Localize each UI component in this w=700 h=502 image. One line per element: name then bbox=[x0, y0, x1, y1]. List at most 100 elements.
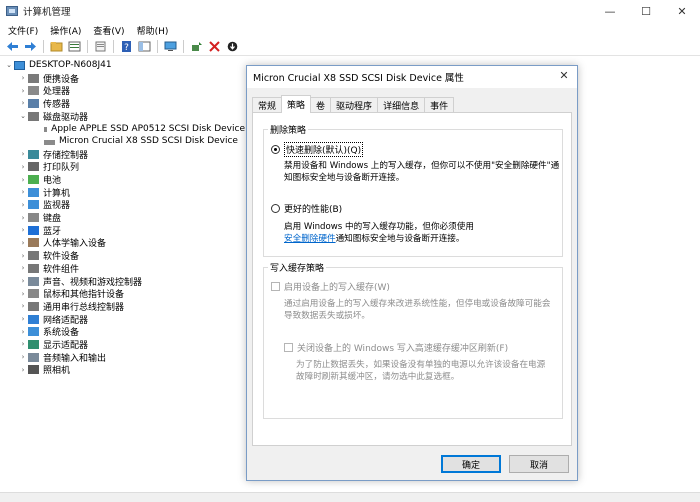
tree-item[interactable]: › 音频输入和输出 bbox=[0, 351, 245, 364]
tree-item[interactable]: › 存储控制器 bbox=[0, 148, 245, 161]
better-performance-option[interactable]: 更好的性能(B) bbox=[271, 202, 342, 215]
chevron-right-icon[interactable]: › bbox=[18, 176, 28, 184]
tree-child-item[interactable]: Apple APPLE SSD AP0512 SCSI Disk Device bbox=[0, 122, 245, 135]
enable-write-cache-checkbox[interactable] bbox=[271, 282, 280, 291]
dialog-close-button[interactable]: ✕ bbox=[557, 69, 571, 83]
ok-button[interactable]: 确定 bbox=[441, 455, 501, 473]
enable-write-cache-desc-line2: 导致数据丢失或损坏。 bbox=[284, 311, 370, 321]
tree-item-label: 人体学输入设备 bbox=[43, 239, 107, 250]
chevron-right-icon[interactable]: › bbox=[18, 302, 28, 310]
turn-off-flush-checkbox[interactable] bbox=[284, 343, 293, 352]
tab-policy[interactable]: 策略 bbox=[281, 95, 312, 113]
maximize-button[interactable]: ☐ bbox=[628, 0, 664, 22]
tree-item[interactable]: › 软件组件 bbox=[0, 262, 245, 275]
chevron-right-icon[interactable]: › bbox=[18, 214, 28, 222]
quick-removal-desc-line2: 知图标安全地与设备断开连接。 bbox=[284, 173, 405, 183]
chevron-right-icon[interactable]: › bbox=[18, 188, 28, 196]
chevron-right-icon[interactable]: › bbox=[18, 87, 28, 95]
tree-item[interactable]: › 显示适配器 bbox=[0, 338, 245, 351]
tree-item[interactable]: › 便携设备 bbox=[0, 72, 245, 85]
tree-item[interactable]: › 声音、视频和游戏控制器 bbox=[0, 275, 245, 288]
tree-item[interactable]: › 照相机 bbox=[0, 364, 245, 376]
tree-item[interactable]: › 计算机 bbox=[0, 186, 245, 199]
enable-write-cache-label[interactable]: 启用设备上的写入缓存(W) bbox=[284, 280, 390, 293]
monitor-icon[interactable] bbox=[163, 39, 178, 54]
quick-removal-label[interactable]: 快速删除(默认)(Q) bbox=[284, 142, 364, 157]
tree-item[interactable]: › 软件设备 bbox=[0, 249, 245, 262]
quick-removal-radio[interactable] bbox=[271, 145, 280, 154]
tab-driver[interactable]: 驱动程序 bbox=[330, 97, 379, 113]
uninstall-icon[interactable] bbox=[207, 39, 222, 54]
chevron-right-icon[interactable]: › bbox=[18, 277, 28, 285]
tab-volumes[interactable]: 卷 bbox=[310, 97, 332, 113]
tree-item[interactable]: › 通用串行总线控制器 bbox=[0, 300, 245, 313]
tree-item[interactable]: ⌄ 磁盘驱动器 bbox=[0, 110, 245, 123]
chevron-right-icon[interactable]: › bbox=[18, 239, 28, 247]
device-tree: ⌄ DESKTOP-N608J41 › 便携设备 › 处理器 › 传感器 ⌄ 磁盘驱动器 App… bbox=[0, 59, 245, 376]
chevron-right-icon[interactable]: › bbox=[18, 340, 28, 348]
tree-child-item[interactable]: Micron Crucial X8 SSD SCSI Disk Device bbox=[0, 135, 245, 148]
tree-item[interactable]: › 键盘 bbox=[0, 211, 245, 224]
tree-item[interactable]: › 网络适配器 bbox=[0, 313, 245, 326]
tab-events[interactable]: 事件 bbox=[424, 97, 455, 113]
help-icon[interactable]: ? bbox=[119, 39, 134, 54]
tree-item[interactable]: › 传感器 bbox=[0, 97, 245, 110]
download-icon[interactable] bbox=[225, 39, 240, 54]
chevron-right-icon[interactable]: › bbox=[18, 353, 28, 361]
enable-write-cache-option[interactable]: 启用设备上的写入缓存(W) bbox=[271, 280, 390, 293]
chevron-right-icon[interactable]: › bbox=[18, 264, 28, 272]
tree-item[interactable]: › 处理器 bbox=[0, 84, 245, 97]
properties-icon[interactable] bbox=[93, 39, 108, 54]
update-driver-icon[interactable] bbox=[189, 39, 204, 54]
tree-item[interactable]: › 蓝牙 bbox=[0, 224, 245, 237]
chevron-right-icon[interactable]: › bbox=[18, 163, 28, 171]
chevron-right-icon[interactable]: › bbox=[18, 74, 28, 82]
tree-root[interactable]: ⌄ DESKTOP-N608J41 bbox=[0, 59, 245, 72]
chevron-right-icon[interactable]: › bbox=[18, 315, 28, 323]
window-title: 计算机管理 bbox=[23, 7, 71, 18]
chevron-down-icon[interactable]: ⌄ bbox=[18, 112, 28, 120]
back-arrow-icon[interactable] bbox=[5, 39, 20, 54]
turn-off-flush-option[interactable]: 关闭设备上的 Windows 写入高速缓存缓冲区刷新(F) bbox=[284, 341, 508, 354]
window-controls: — ☐ ✕ bbox=[592, 0, 700, 22]
chevron-right-icon[interactable]: › bbox=[18, 366, 28, 374]
tree-item[interactable]: › 人体学输入设备 bbox=[0, 237, 245, 250]
write-cache-title: 写入缓存策略 bbox=[268, 261, 327, 274]
close-button[interactable]: ✕ bbox=[664, 0, 700, 22]
cancel-button[interactable]: 取消 bbox=[509, 455, 569, 473]
menu-help[interactable]: 帮助(H) bbox=[137, 24, 175, 37]
forward-arrow-icon[interactable] bbox=[23, 39, 38, 54]
chevron-right-icon[interactable]: › bbox=[18, 252, 28, 260]
battery-icon bbox=[28, 175, 39, 185]
chevron-right-icon[interactable]: › bbox=[18, 328, 28, 336]
tree-item[interactable]: › 打印队列 bbox=[0, 161, 245, 173]
tab-details[interactable]: 详细信息 bbox=[377, 97, 426, 113]
better-performance-label[interactable]: 更好的性能(B) bbox=[284, 202, 342, 215]
chevron-right-icon[interactable]: › bbox=[18, 290, 28, 298]
turn-off-flush-label[interactable]: 关闭设备上的 Windows 写入高速缓存缓冲区刷新(F) bbox=[297, 341, 508, 354]
tree-item[interactable]: › 监视器 bbox=[0, 199, 245, 211]
better-performance-radio[interactable] bbox=[271, 204, 280, 213]
chevron-down-icon[interactable]: ⌄ bbox=[4, 61, 14, 69]
minimize-button[interactable]: — bbox=[592, 0, 628, 22]
quick-removal-option[interactable]: 快速删除(默认)(Q) bbox=[271, 142, 364, 157]
chevron-right-icon[interactable]: › bbox=[18, 99, 28, 107]
menu-action[interactable]: 操作(A) bbox=[50, 24, 87, 37]
safely-remove-hardware-link[interactable]: 安全删除硬件 bbox=[284, 234, 336, 244]
tree-item[interactable]: › 电池 bbox=[0, 173, 245, 186]
chevron-right-icon[interactable]: › bbox=[18, 226, 28, 234]
chevron-right-icon[interactable]: › bbox=[18, 201, 28, 209]
turn-off-flush-desc-line2: 故障时刷新其缓冲区，请勿选中此复选框。 bbox=[296, 372, 460, 382]
help-pane-icon[interactable] bbox=[137, 39, 152, 54]
tree-item[interactable]: › 系统设备 bbox=[0, 325, 245, 338]
tab-general[interactable]: 常规 bbox=[252, 97, 283, 113]
toolbar-separator bbox=[113, 40, 114, 53]
folder-icon[interactable] bbox=[49, 39, 64, 54]
menu-file[interactable]: 文件(F) bbox=[8, 24, 44, 37]
tree-item[interactable]: › 鼠标和其他指针设备 bbox=[0, 287, 245, 300]
menu-view[interactable]: 查看(V) bbox=[93, 24, 130, 37]
chevron-right-icon[interactable]: › bbox=[18, 150, 28, 158]
list-icon[interactable] bbox=[67, 39, 82, 54]
tree-item-label: 磁盘驱动器 bbox=[43, 112, 89, 123]
network-adapter-icon bbox=[28, 314, 39, 324]
